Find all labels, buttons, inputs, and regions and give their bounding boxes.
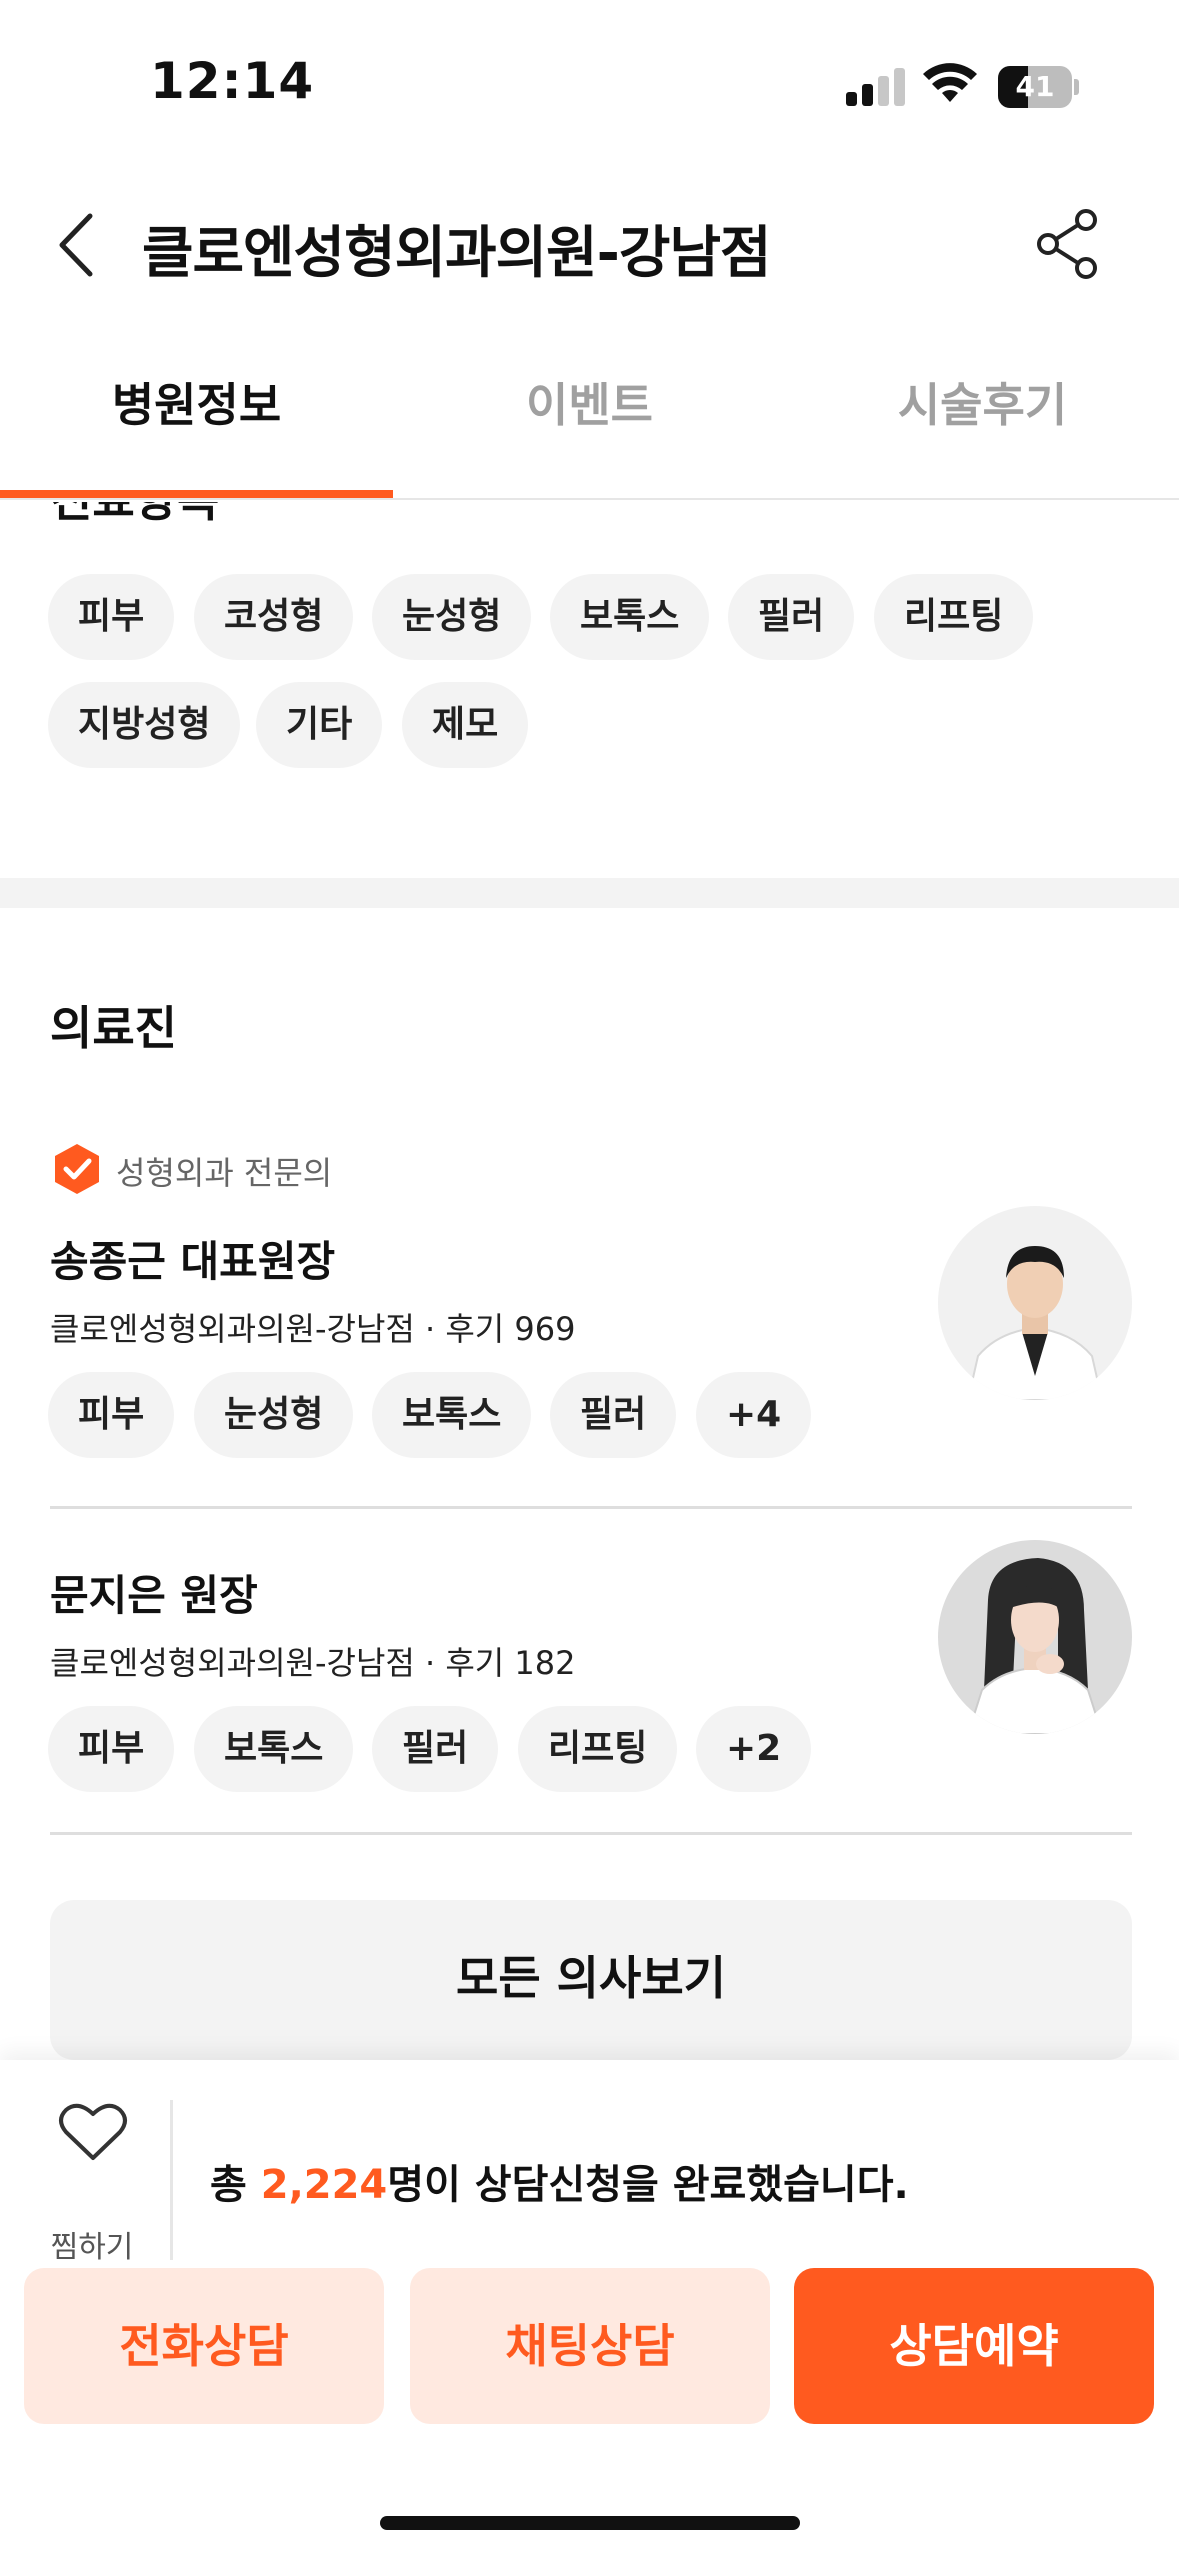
doctor-photo (938, 1540, 1132, 1734)
consult-prefix: 총 (210, 2162, 261, 2208)
specialty-chip[interactable]: 눈성형 (372, 574, 532, 660)
verified-badge-icon (55, 1144, 99, 1194)
battery-icon: 41 (998, 66, 1079, 108)
doctor-tag: 필러 (372, 1706, 499, 1792)
consult-count: 2,224 (260, 2162, 388, 2208)
tab-bar: 병원정보 이벤트 시술후기 (0, 340, 1179, 500)
specialty-chip[interactable]: 제모 (402, 682, 529, 768)
section-divider (0, 878, 1179, 908)
doctor-info: 클로엔성형외과의원-강남점 · 후기 182 (50, 1644, 576, 1682)
specialty-chip[interactable]: 피부 (48, 574, 175, 660)
home-indicator[interactable] (380, 2516, 800, 2530)
specialty-chip[interactable]: 코성형 (194, 574, 354, 660)
medical-staff-title: 의료진 (50, 1001, 177, 1055)
reserve-consult-button[interactable]: 상담예약 (794, 2268, 1154, 2424)
doctor-tag: 보톡스 (372, 1372, 532, 1458)
row-divider (50, 1832, 1132, 1835)
doctor-info: 클로엔성형외과의원-강남점 · 후기 969 (50, 1310, 576, 1348)
specialties-title: 진료항목 (50, 502, 219, 530)
specialty-chip[interactable]: 기타 (256, 682, 383, 768)
chat-consult-button[interactable]: 채팅상담 (410, 2268, 770, 2424)
wifi-icon (923, 63, 977, 102)
doctor-photo (938, 1206, 1132, 1400)
doctor-tag: 눈성형 (194, 1372, 354, 1458)
doctor-tag: 보톡스 (194, 1706, 354, 1792)
specialty-chip[interactable]: 리프팅 (874, 574, 1034, 660)
doctor-tag: 필러 (550, 1372, 677, 1458)
specialist-badge: 성형외과 전문의 (116, 1154, 333, 1192)
view-all-doctors-button[interactable]: 모든 의사보기 (50, 1900, 1132, 2060)
status-bar: 12:14 41 (0, 0, 1179, 170)
doctor-card[interactable]: 문지은 원장 클로엔성형외과의원-강남점 · 후기 182 피부 보톡스 필러 … (0, 1540, 1179, 1862)
wish-label: 찜하기 (50, 2230, 134, 2265)
doctor-tag: 리프팅 (518, 1706, 678, 1792)
page-title: 클로엔성형외과의원-강남점 (142, 221, 771, 286)
chevron-left-icon[interactable] (44, 210, 114, 280)
doctor-tag: +2 (696, 1706, 812, 1792)
specialty-chip[interactable]: 지방성형 (48, 682, 241, 768)
phone-consult-button[interactable]: 전화상담 (24, 2268, 384, 2424)
header: 클로엔성형외과의원-강남점 (0, 180, 1179, 310)
tab-reviews[interactable]: 시술후기 (786, 340, 1179, 500)
doctor-tag: +4 (696, 1372, 812, 1458)
doctor-name: 문지은 원장 (50, 1571, 258, 1620)
active-tab-indicator (0, 490, 393, 498)
row-divider (50, 1506, 1132, 1509)
content-area[interactable]: 진료항목 피부 코성형 눈성형 보톡스 필러 리프팅 지방성형 기타 제모 의료… (0, 502, 1179, 2062)
heart-icon (59, 2103, 127, 2160)
tab-events[interactable]: 이벤트 (393, 340, 786, 500)
doctor-name: 송종근 대표원장 (50, 1237, 336, 1286)
vertical-divider (170, 2100, 173, 2260)
doctor-tag: 피부 (48, 1706, 175, 1792)
signal-icon (846, 66, 906, 106)
tab-hospital-info[interactable]: 병원정보 (0, 340, 393, 500)
wish-button[interactable]: 찜하기 (40, 2100, 144, 2280)
specialty-chip[interactable]: 필러 (728, 574, 855, 660)
consult-summary: 총 2,224명이 상담신청을 완료했습니다. (210, 2152, 909, 2210)
doctor-tag: 피부 (48, 1372, 175, 1458)
specialty-chip[interactable]: 보톡스 (550, 574, 710, 660)
battery-level: 41 (1015, 70, 1055, 103)
consult-suffix: 명이 상담신청을 완료했습니다. (387, 2162, 909, 2208)
bottom-action-bar: 찜하기 총 2,224명이 상담신청을 완료했습니다. 전화상담 채팅상담 상담… (0, 2060, 1179, 2556)
status-time: 12:14 (150, 52, 315, 110)
share-icon[interactable] (1030, 206, 1106, 282)
